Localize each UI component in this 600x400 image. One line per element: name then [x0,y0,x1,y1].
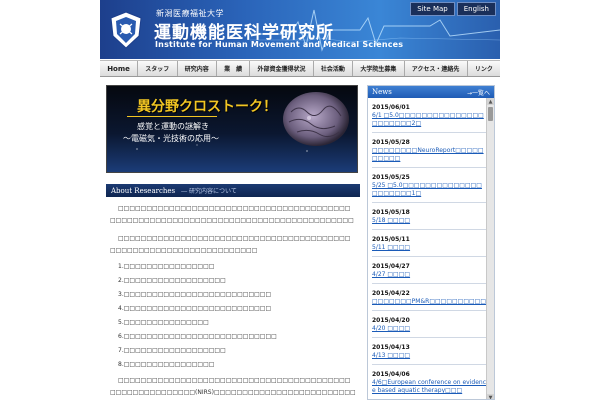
sitemap-link[interactable]: Site Map [410,2,455,16]
news-date: 2015/05/28 [372,139,410,146]
about-article: □□□□□□□□□□□□□□□□□□□□□□□□□□□□□□□□□□□□□□□□… [110,203,356,400]
news-date: 2015/04/06 [372,371,410,378]
news-item: 2015/06/01 6/1 □5.0□□□□□□□□□□□□□□□□□□□□□… [372,98,487,133]
news-date: 2015/04/20 [372,317,410,324]
list-item: 8.□□□□□□□□□□□□□□□□ [118,361,215,368]
news-item: 2015/04/20 4/20 □□□□ [372,311,487,338]
news-date: 2015/05/25 [372,174,410,181]
article-paragraph: □□□□□□□□□□□□□□□□□□□□□□□□□□□□□□□□□□□□□□□□… [110,377,356,396]
news-item: 2015/04/22 □□□□□□□PM&R□□□□□□□□□□ [372,284,487,311]
top-links: Site Map English [410,2,496,16]
header-banner: 新潟医療福祉大学 運動機能医科学研究所 Institute for Human … [100,0,500,59]
news-link[interactable]: □□□□□□□PM&R□□□□□□□□□□ [372,298,487,306]
site-header: 新潟医療福祉大学 運動機能医科学研究所 Institute for Human … [0,0,600,59]
list-item: 5.□□□□□□□□□□□□□□□ [118,319,209,326]
nav-achievements[interactable]: 業 績 [217,61,251,76]
list-item: 3.□□□□□□□□□□□□□□□□□□□□□□□□□□ [118,291,272,298]
nav-graduate[interactable]: 大学院生募集 [353,61,405,76]
news-link[interactable]: 4/27 □□□□ [372,271,487,279]
list-item: 1.□□□□□□□□□□□□□□□□ [118,263,215,270]
news-date: 2015/05/18 [372,209,410,216]
nav-links[interactable]: リンク [468,61,500,76]
banner-underline [127,116,217,117]
news-list: 2015/06/01 6/1 □5.0□□□□□□□□□□□□□□□□□□□□□… [368,98,487,399]
english-link[interactable]: English [456,2,496,16]
news-item: 2015/04/13 4/13 □□□□ [372,338,487,365]
news-link[interactable]: 4/20 □□□□ [372,325,487,333]
news-link[interactable]: 5/18 □□□□ [372,217,487,225]
nav-access[interactable]: アクセス・連絡先 [405,61,468,76]
university-emblem-icon [110,11,142,49]
news-link[interactable]: 4/6□European conference on evidence base… [372,379,487,395]
news-item: 2015/05/25 5/25 □5.0□□□□□□□□□□□□□□□□□□□□… [372,168,487,203]
scroll-thumb[interactable] [488,107,493,121]
news-link[interactable]: 5/11 □□□□ [372,244,487,252]
about-researches-heading: About Researches ― 研究内容について [106,184,360,197]
nav-funding[interactable]: 外部資金獲得状況 [250,61,314,76]
article-paragraph: □□□□□□□□□□□□□□□□□□□□□□□□□□□□□□□□□□□□□□□□… [110,235,351,254]
list-item: 2.□□□□□□□□□□□□□□□□□□ [118,277,226,284]
news-link[interactable]: 6/1 □5.0□□□□□□□□□□□□□□□□□□□□□□2□ [372,112,487,128]
news-link[interactable]: 5/25 □5.0□□□□□□□□□□□□□□□□□□□□□1□ [372,182,487,198]
banner-title: 異分野クロストーク！ [137,99,277,115]
news-item: 2015/04/27 4/27 □□□□ [372,257,487,284]
list-item: 6.□□□□□□□□□□□□□□□□□□□□□□□□□□□ [118,333,277,340]
main-nav: Home スタッフ 研究内容 業 績 外部資金獲得状況 社会活動 大学院生募集 … [100,60,500,77]
nav-research[interactable]: 研究内容 [178,61,217,76]
news-date: 2015/05/11 [372,236,410,243]
brain-image [283,92,349,146]
news-date: 2015/06/01 [372,104,410,111]
news-title: News [372,88,392,96]
news-list-link[interactable]: →一覧へ [467,88,490,97]
about-title: About Researches [111,186,176,195]
scroll-down-arrow-icon[interactable]: ▼ [487,394,494,399]
news-item: 2015/05/28 □□□□□□□□NeuroReport□□□□□□□□□□ [372,133,487,168]
scroll-up-arrow-icon[interactable]: ▲ [487,98,494,105]
news-item: 2015/05/18 5/18 □□□□ [372,203,487,230]
news-date: 2015/04/13 [372,344,410,351]
news-item: 2015/05/11 5/11 □□□□ [372,230,487,257]
news-link[interactable]: □□□□□□□□NeuroReport□□□□□□□□□□ [372,147,487,163]
nav-home[interactable]: Home [100,61,139,76]
news-date: 2015/04/22 [372,290,410,297]
nav-staff[interactable]: スタッフ [138,61,178,76]
institute-name-en: Institute for Human Movement and Medical… [155,40,404,49]
news-link[interactable]: 4/13 □□□□ [372,352,487,360]
article-paragraph: □□□□□□□□□□□□□□□□□□□□□□□□□□□□□□□□□□□□□□□□… [110,205,354,224]
list-item: 4.□□□□□□□□□□□□□□□□□□□□□□□□□□ [118,305,272,312]
crosstalk-banner[interactable]: 異分野クロストーク！ 感覚と運動の謎解き ～電磁気・光技術の応用～ [106,85,358,173]
about-subtitle: ― 研究内容について [181,188,237,195]
list-item: 7.□□□□□□□□□□□□□□□□□□ [118,347,226,354]
banner-subtitle-2: ～電磁気・光技術の応用～ [123,134,219,143]
news-scrollbar[interactable]: ▲ ▼ [486,98,494,399]
news-panel: News →一覧へ 2015/06/01 6/1 □5.0□□□□□□□□□□□… [367,85,495,400]
news-header: News →一覧へ [368,86,494,98]
banner-subtitle-1: 感覚と運動の謎解き [137,122,209,131]
news-item: 2015/04/06 4/6□European conference on ev… [372,365,487,399]
news-date: 2015/04/27 [372,263,410,270]
nav-social[interactable]: 社会活動 [314,61,354,76]
